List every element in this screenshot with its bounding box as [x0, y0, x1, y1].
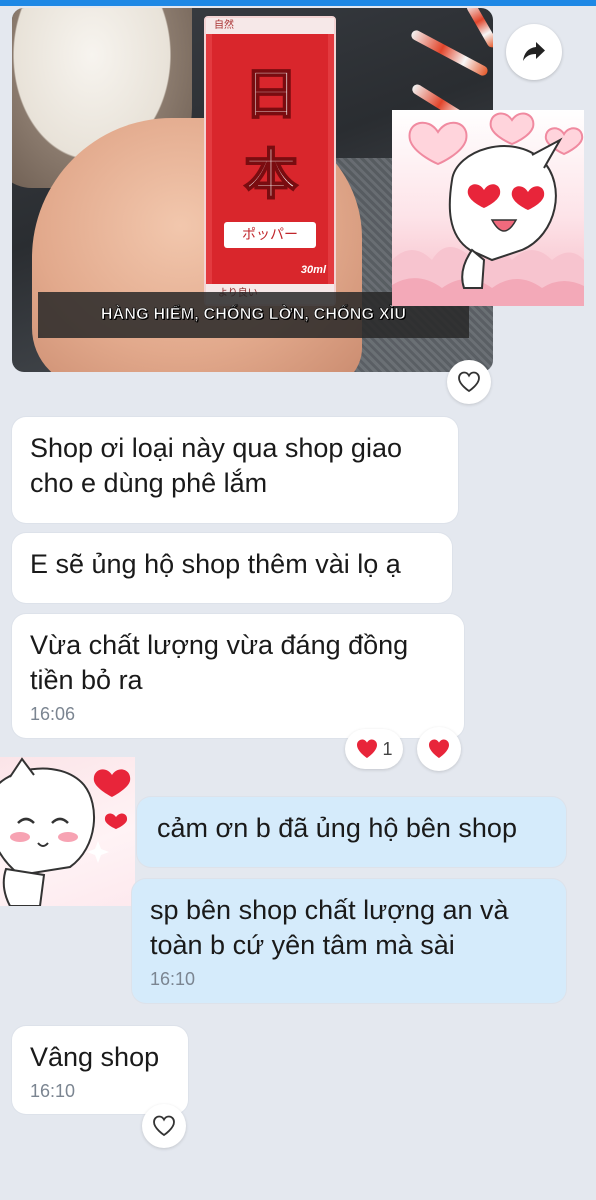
message-time: 16:10 [150, 969, 196, 989]
love-eyes-sticker[interactable] [392, 110, 584, 306]
red-heart-icon [429, 739, 449, 758]
message-text: Vâng shop [30, 1042, 160, 1072]
top-accent-bar [0, 0, 596, 6]
blush-sticker[interactable] [0, 757, 135, 906]
message-time: 16:10 [30, 1081, 76, 1101]
photo-koi [465, 8, 493, 50]
outgoing-message[interactable]: sp bên shop chất lượng an và toàn b cứ y… [132, 879, 566, 1003]
red-heart-icon [357, 739, 378, 758]
photo-bottle: 自然 日 本 ポッパー 30ml より良い [204, 16, 336, 306]
incoming-message[interactable]: Shop ơi loại này qua shop giao cho e dùn… [12, 417, 458, 523]
outgoing-message[interactable]: cảm ơn b đã ủng hộ bên shop [137, 797, 566, 867]
bottle-volume: 30ml [300, 264, 326, 276]
bottle-kanji-2: 本 [243, 142, 299, 207]
message-text: Shop ơi loại này qua shop giao cho e dùn… [30, 433, 402, 498]
message-text: E sẽ ủng hộ shop thêm vài lọ ạ [30, 549, 401, 579]
heart-outline-icon [153, 1115, 175, 1137]
bottle-label: ポッパー [224, 222, 316, 248]
reaction-count: 1 [382, 738, 393, 759]
message-time: 16:06 [30, 704, 76, 724]
share-arrow-icon [523, 42, 545, 61]
incoming-message[interactable]: Vừa chất lượng vừa đáng đồng tiền bỏ ra … [12, 614, 464, 738]
bottle-kanji-1: 日 [243, 62, 299, 127]
share-button[interactable] [506, 24, 562, 80]
react-button[interactable] [417, 727, 461, 771]
photo-koi [409, 28, 490, 78]
react-button[interactable] [447, 360, 491, 404]
heart-outline-icon [458, 371, 480, 393]
bottle-cap-text: 自然 [206, 18, 334, 34]
incoming-message[interactable]: Vâng shop 16:10 [12, 1026, 188, 1114]
message-text: cảm ơn b đã ủng hộ bên shop [157, 813, 517, 843]
incoming-message[interactable]: E sẽ ủng hộ shop thêm vài lọ ạ [12, 533, 452, 603]
reaction-summary[interactable]: 1 [345, 729, 403, 769]
react-button[interactable] [142, 1104, 186, 1148]
message-text: sp bên shop chất lượng an và toàn b cứ y… [150, 895, 509, 960]
blush-sticker-art [0, 757, 131, 906]
message-text: Vừa chất lượng vừa đáng đồng tiền bỏ ra [30, 630, 409, 695]
love-eyes-sticker-art [392, 112, 584, 306]
